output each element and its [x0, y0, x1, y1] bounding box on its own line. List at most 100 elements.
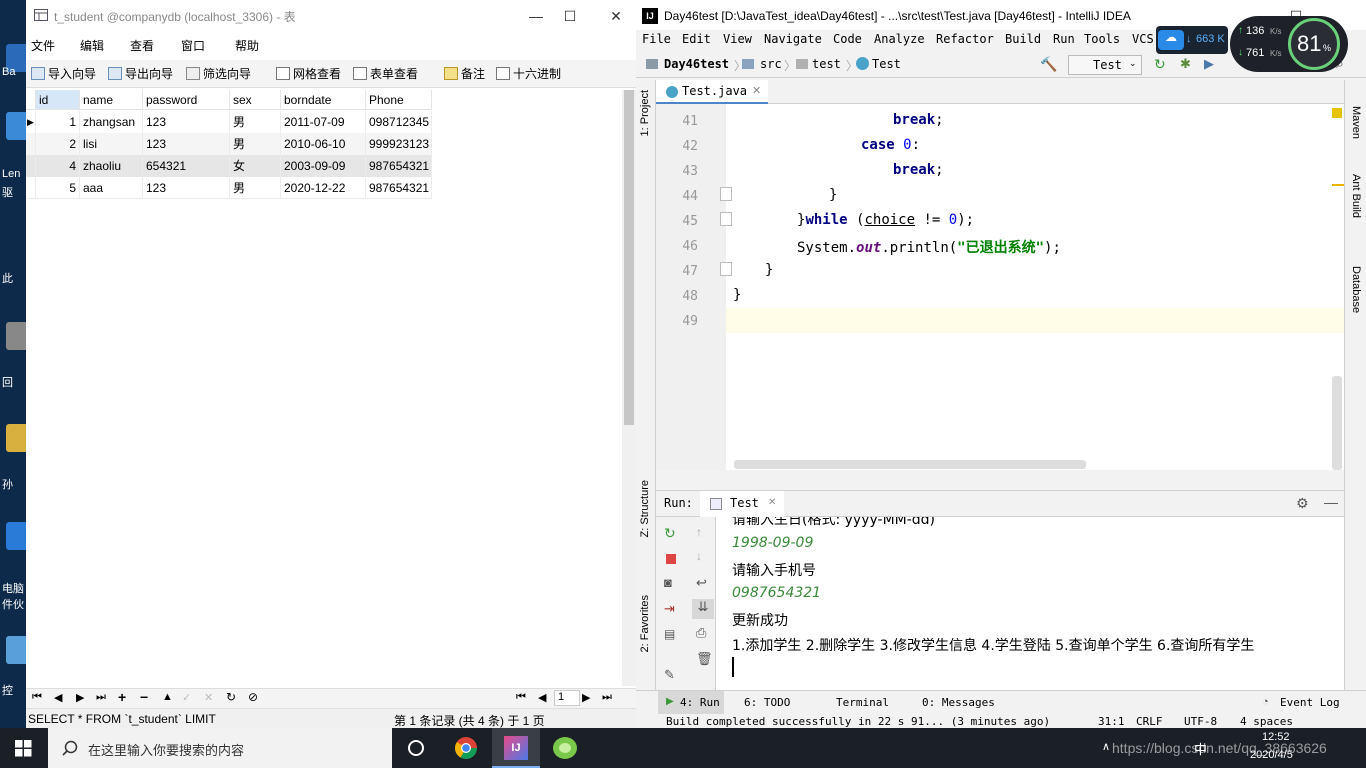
tab-terminal[interactable]: Terminal [836, 696, 889, 709]
close-tab-icon[interactable]: ✕ [752, 84, 761, 97]
memo-button[interactable]: 备注 [444, 65, 485, 82]
shield-icon[interactable] [6, 522, 26, 550]
menu-item-build[interactable]: Build [1005, 32, 1041, 46]
menu-item-view[interactable]: 查看 [130, 37, 154, 54]
cell-phone[interactable]: 987654321 [366, 177, 432, 199]
horizontal-scrollbar[interactable] [734, 460, 1086, 469]
fold-marker-icon[interactable] [720, 187, 732, 201]
column-header-name[interactable]: name [80, 90, 143, 110]
table-row[interactable]: 4 zhaoliu 654321 女 2003-09-09 987654321 [26, 155, 432, 177]
cell-sex[interactable]: 女 [230, 155, 281, 177]
tab-todo[interactable]: 6: TODO [744, 696, 790, 709]
cell-phone[interactable]: 999923123 [366, 133, 432, 155]
network-speed-widget[interactable]: ☁ ↓ 663 K [1156, 26, 1228, 54]
column-header-phone[interactable]: Phone [366, 90, 432, 110]
close-tab-icon[interactable]: ✕ [768, 497, 776, 508]
tab-event-log[interactable]: Event Log [1280, 696, 1340, 709]
cell-phone[interactable]: 098712345 [366, 111, 432, 133]
taskbar-search-box[interactable]: 在这里输入你要搜索的内容 [48, 728, 392, 768]
prev-record-icon[interactable]: ◀ [54, 691, 62, 704]
first-page-icon[interactable]: ⏮ [516, 691, 526, 704]
menu-item-analyze[interactable]: Analyze [874, 32, 925, 46]
hide-panel-icon[interactable]: — [1324, 494, 1338, 510]
stop-icon[interactable] [666, 554, 676, 564]
menu-item-file[interactable]: File [642, 32, 671, 46]
indent-setting[interactable]: 4 spaces [1240, 715, 1293, 728]
column-header-id[interactable]: id [36, 90, 80, 110]
filter-wizard-button[interactable]: 筛选向导 [186, 65, 251, 82]
menu-item-file[interactable]: 文件 [31, 37, 55, 54]
folder-icon[interactable] [6, 424, 26, 452]
run-tab-test[interactable]: Test ✕ [700, 491, 784, 517]
cell-borndate[interactable]: 2020-12-22 [281, 177, 366, 199]
grid-view-button[interactable]: 网格查看 [276, 65, 341, 82]
cell-password[interactable]: 654321 [143, 155, 230, 177]
menu-item-help[interactable]: 帮助 [235, 37, 259, 54]
arrow-up-icon[interactable]: ↑ [696, 525, 702, 539]
navicat-icon[interactable] [552, 736, 578, 760]
line-separator[interactable]: CRLF [1136, 715, 1163, 728]
cell-borndate[interactable]: 2010-06-10 [281, 133, 366, 155]
fold-marker-icon[interactable] [720, 212, 732, 226]
desktop-app-icon[interactable] [6, 112, 26, 140]
breadcrumb-project[interactable]: Day46test [664, 57, 729, 71]
system-monitor-gauge[interactable]: ↑ 136 K/s ↓ 761 K/s 81 % [1230, 16, 1348, 72]
menu-item-navigate[interactable]: Navigate [764, 32, 822, 46]
cell-phone[interactable]: 987654321 [366, 155, 432, 177]
run-config-select[interactable]: Test ⌄ [1068, 55, 1142, 75]
menu-item-refactor[interactable]: Refactor [936, 32, 994, 46]
prev-page-icon[interactable]: ◀ [538, 691, 546, 704]
rerun-icon[interactable]: ↻ [1154, 56, 1166, 73]
scrollbar-thumb[interactable] [624, 90, 634, 425]
recycle-bin-icon[interactable] [6, 322, 26, 350]
camera-icon[interactable]: ◙ [664, 575, 672, 590]
cell-sex[interactable]: 男 [230, 177, 281, 199]
arrow-down-icon[interactable]: ↓ [696, 549, 702, 563]
trash-icon[interactable]: 🗑 [696, 651, 713, 667]
menu-item-vcs[interactable]: VCS [1132, 32, 1154, 46]
hammer-icon[interactable]: 🔨 [1040, 56, 1057, 73]
breadcrumb-class[interactable]: Test [872, 57, 901, 71]
export-wizard-button[interactable]: 导出向导 [108, 65, 173, 82]
debug-icon[interactable]: ✱ [1180, 56, 1191, 72]
menu-item-code[interactable]: Code [833, 32, 862, 46]
cell-name[interactable]: zhaoliu [80, 155, 143, 177]
vertical-scrollbar[interactable] [1332, 376, 1342, 470]
add-record-icon[interactable]: + [118, 689, 126, 705]
navicat-title-bar[interactable]: t_student @companydb (localhost_3306) - … [26, 0, 636, 32]
maximize-button[interactable]: ☐ [560, 6, 580, 26]
menu-item-run[interactable]: Run [1053, 32, 1075, 46]
breadcrumb-test[interactable]: test [812, 57, 841, 71]
fold-marker-icon[interactable] [720, 262, 732, 276]
stop-icon[interactable]: ⊘ [248, 690, 258, 704]
hex-button[interactable]: 十六进制 [496, 65, 561, 82]
menu-item-window[interactable]: 窗口 [181, 37, 205, 54]
tab-run[interactable]: ▶ 4: Run [658, 691, 724, 715]
minimize-button[interactable]: — [526, 6, 546, 26]
ant-build-panel-tab[interactable]: Ant Build [1350, 174, 1362, 218]
menu-item-tools[interactable]: Tools [1084, 32, 1120, 46]
cell-password[interactable]: 123 [143, 111, 230, 133]
column-header-borndate[interactable]: borndate [281, 90, 366, 110]
error-stripe-mark[interactable] [1332, 184, 1344, 186]
next-record-icon[interactable]: ▶ [76, 691, 84, 704]
control-panel-icon[interactable] [6, 636, 26, 664]
rerun-icon[interactable]: ↻ [664, 525, 676, 542]
cell-borndate[interactable]: 2003-09-09 [281, 155, 366, 177]
soft-wrap-icon[interactable]: ↩ [696, 575, 707, 591]
structure-panel-tab[interactable]: Z: Structure [639, 480, 651, 537]
cell-sex[interactable]: 男 [230, 111, 281, 133]
refresh-icon[interactable]: ↻ [226, 690, 236, 704]
close-button[interactable]: ✕ [606, 6, 626, 26]
pin-icon[interactable]: ✎ [664, 667, 675, 683]
cell-id[interactable]: 2 [36, 133, 80, 155]
menu-item-edit[interactable]: Edit [682, 32, 711, 46]
next-page-icon[interactable]: ▶ [582, 691, 590, 704]
apply-icon[interactable]: ▲ [162, 691, 173, 703]
layout-icon[interactable]: ▤ [664, 627, 675, 641]
task-view-icon[interactable] [406, 738, 426, 758]
coverage-icon[interactable]: ▶ [1204, 56, 1214, 72]
gear-icon[interactable]: ⚙ [1296, 495, 1309, 512]
cell-borndate[interactable]: 2011-07-09 [281, 111, 366, 133]
cell-sex[interactable]: 男 [230, 133, 281, 155]
